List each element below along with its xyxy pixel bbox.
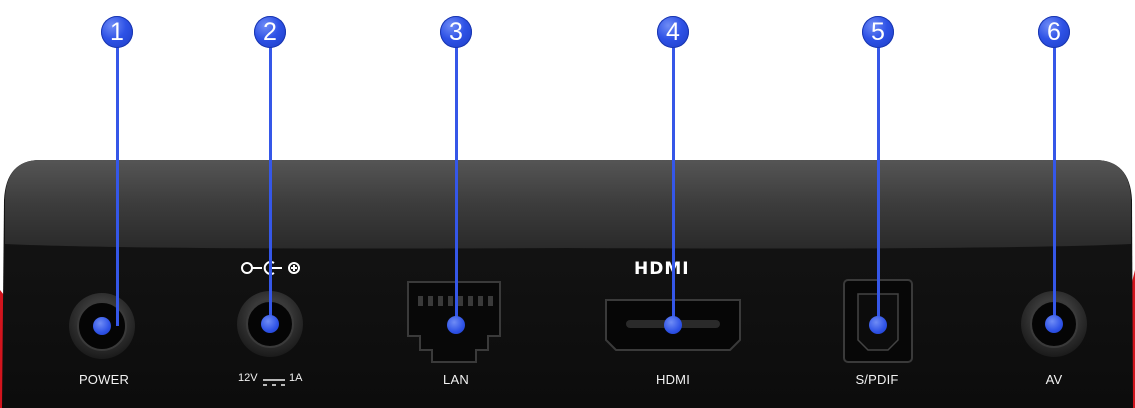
- callout-line-2: [268, 40, 272, 324]
- callout-badge-5: 5: [862, 16, 894, 48]
- callout-line-5: [876, 40, 880, 325]
- device-rear-panel: [0, 160, 1135, 408]
- callout-dot-2: [261, 315, 279, 333]
- callout-badge-6: 6: [1038, 16, 1070, 48]
- label-spdif: S/PDIF: [855, 372, 899, 387]
- callout-badge-2: 2: [254, 16, 286, 48]
- callout-dot-6: [1045, 315, 1063, 333]
- callout-dot-4: [664, 316, 682, 334]
- label-power: POWER: [78, 372, 130, 387]
- label-av: AV: [1045, 372, 1063, 387]
- callout-dot-1: [93, 317, 111, 335]
- dc-voltage-label: 12V: [238, 372, 258, 384]
- label-hdmi: HDMI: [655, 372, 691, 387]
- callout-line-1: [115, 40, 119, 326]
- callout-badge-3: 3: [440, 16, 472, 48]
- callout-dot-5: [869, 316, 887, 334]
- top-band: [5, 160, 1131, 249]
- dc-current-label: 1A: [289, 372, 303, 384]
- callout-badge-1: 1: [101, 16, 133, 48]
- callout-line-4: [671, 40, 675, 325]
- callout-badge-4: 4: [657, 16, 689, 48]
- hdmi-logo: HDMI: [634, 259, 690, 279]
- label-lan: LAN: [443, 372, 469, 387]
- callout-line-6: [1052, 40, 1056, 324]
- callout-line-3: [454, 40, 458, 325]
- callout-dot-3: [447, 316, 465, 334]
